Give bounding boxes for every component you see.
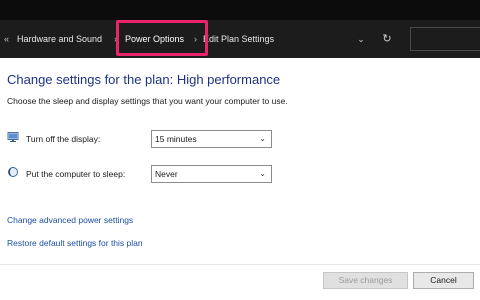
restore-defaults-link[interactable]: Restore default settings for this plan — [7, 238, 143, 248]
footer-divider — [0, 264, 480, 265]
display-timeout-value: 15 minutes — [155, 134, 197, 144]
title-strip — [0, 0, 480, 20]
sleep-setting-label: Put the computer to sleep: — [26, 169, 126, 179]
monitor-icon — [7, 132, 19, 142]
page-description: Choose the sleep and display settings th… — [7, 96, 288, 106]
highlight-box — [116, 20, 208, 56]
breadcrumb-hardware-and-sound[interactable]: Hardware and Sound — [17, 20, 102, 58]
breadcrumb-edit-plan-settings[interactable]: Edit Plan Settings — [203, 20, 353, 58]
save-button[interactable]: Save changes — [323, 272, 408, 289]
chevron-down-icon: ⌄ — [259, 134, 266, 143]
chevron-down-icon: ⌄ — [259, 169, 266, 178]
display-setting-label: Turn off the display: — [26, 134, 101, 144]
page-title: Change settings for the plan: High perfo… — [7, 72, 281, 87]
back-chevron-icon[interactable]: « — [4, 20, 9, 58]
search-input[interactable] — [410, 27, 480, 51]
refresh-icon[interactable]: ↻ — [380, 20, 394, 58]
moon-icon — [8, 167, 18, 177]
cancel-button[interactable]: Cancel — [413, 272, 474, 289]
sleep-timeout-value: Never — [155, 169, 178, 179]
sleep-timeout-select[interactable]: Never ⌄ — [151, 165, 272, 183]
advanced-power-settings-link[interactable]: Change advanced power settings — [7, 215, 133, 225]
address-dropdown-chevron-down-icon[interactable]: ⌄ — [354, 20, 368, 58]
display-timeout-select[interactable]: 15 minutes ⌄ — [151, 130, 272, 148]
